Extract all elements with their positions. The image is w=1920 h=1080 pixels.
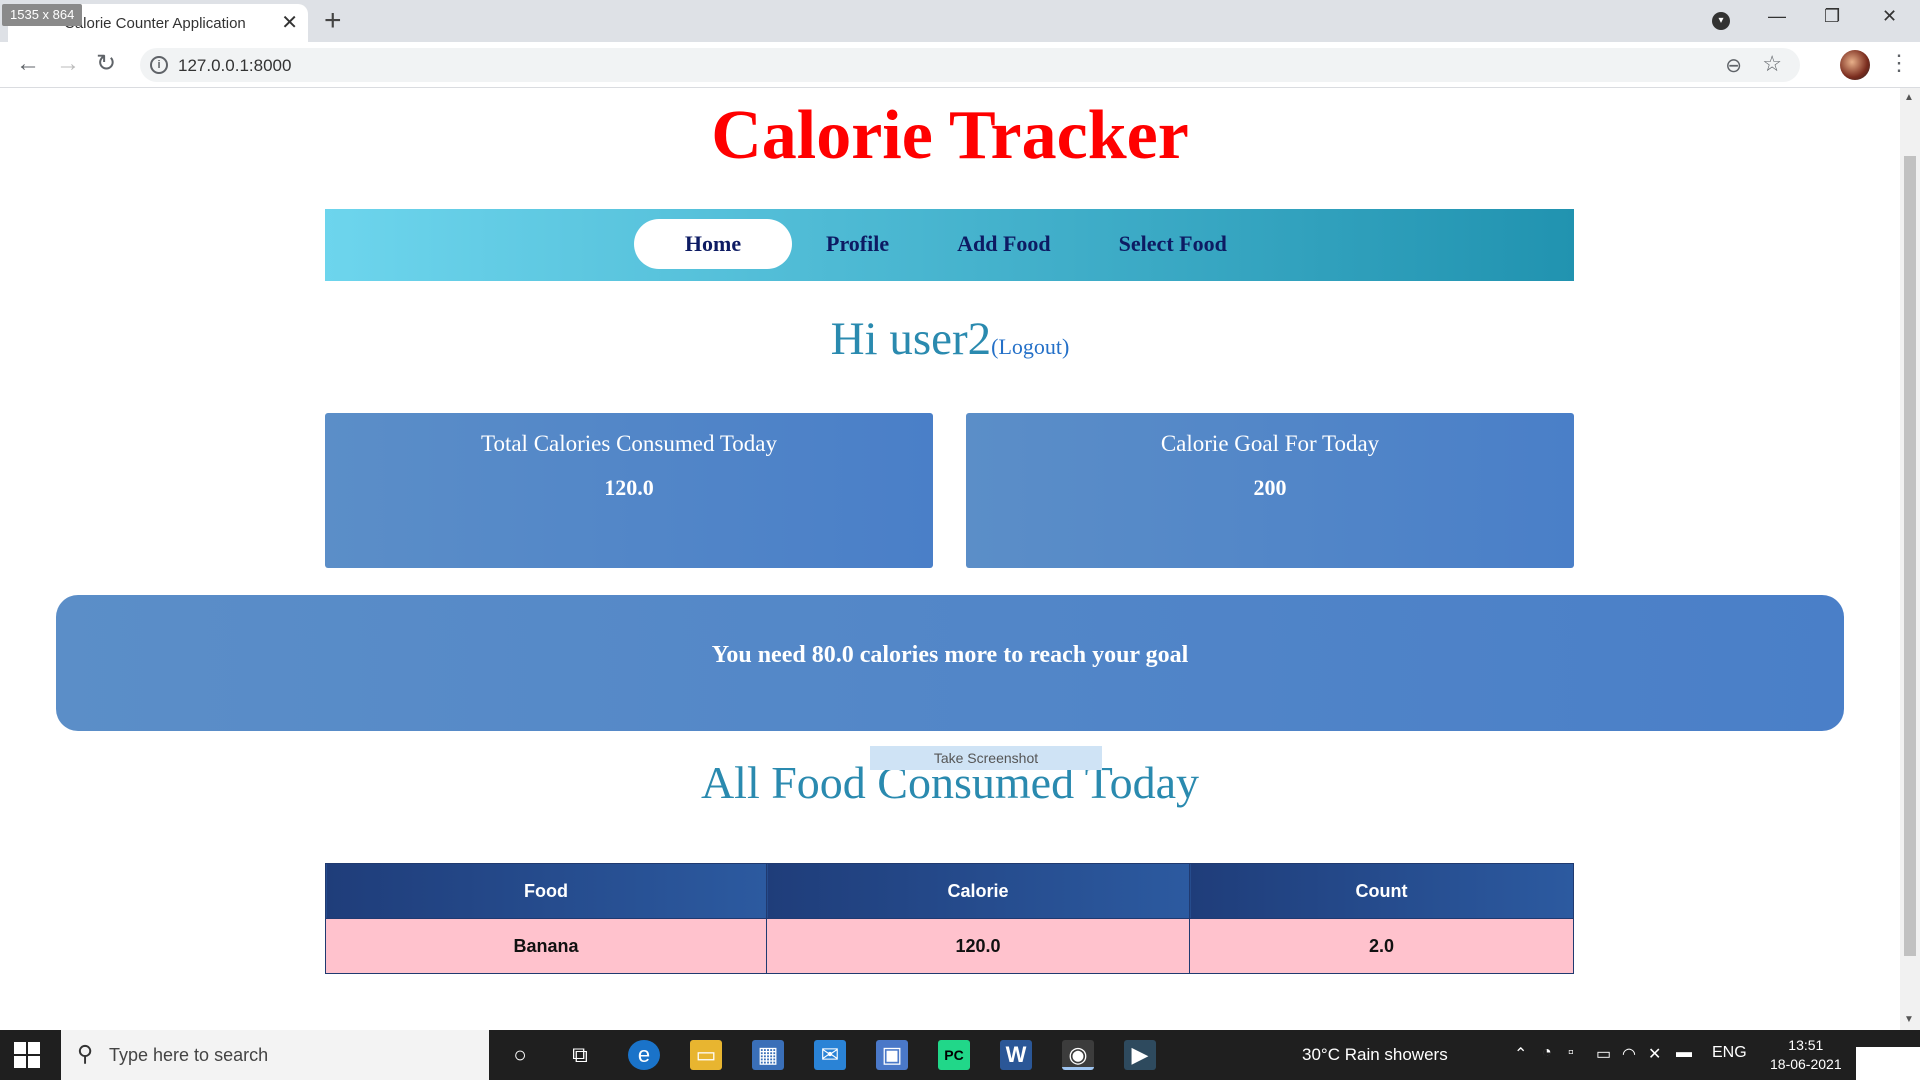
card-value: 200 <box>1253 475 1287 500</box>
page-scrollbar[interactable]: ▲ ▼ <box>1900 88 1920 1030</box>
reload-button[interactable]: ↻ <box>96 50 116 78</box>
language-indicator[interactable]: ENG <box>1712 1044 1747 1062</box>
tab-search-icon[interactable]: ▾ <box>1712 12 1730 30</box>
task-view-icon[interactable]: ⧉ <box>564 1040 596 1070</box>
address-bar[interactable]: i 127.0.0.1:8000 ⊖ ☆ <box>140 48 1800 82</box>
url-text[interactable]: 127.0.0.1:8000 <box>178 56 291 76</box>
browser-menu-icon[interactable]: ⋮ <box>1888 50 1910 76</box>
search-icon: ⚲ <box>77 1041 94 1066</box>
taskbar-search-box[interactable]: ⚲ Type here to search <box>61 1030 489 1080</box>
clock-time: 13:51 <box>1788 1037 1824 1053</box>
new-tab-button[interactable]: + <box>324 4 342 38</box>
column-header-food: Food <box>325 863 767 919</box>
nav-select-food[interactable]: Select Food <box>1085 219 1261 269</box>
notification-area[interactable] <box>1856 1047 1920 1080</box>
profile-avatar[interactable] <box>1840 50 1870 80</box>
site-info-icon[interactable]: i <box>150 56 168 74</box>
tab-close-icon[interactable]: ✕ <box>281 10 298 35</box>
forward-button[interactable]: → <box>56 50 80 78</box>
volume-muted-icon[interactable]: ✕ <box>1648 1044 1661 1064</box>
card-label: Calorie Goal For Today <box>1160 431 1380 456</box>
chrome-icon[interactable]: ◉ <box>1062 1040 1094 1070</box>
tray-app-icon[interactable]: ▫ <box>1568 1044 1574 1062</box>
pycharm-icon[interactable]: PC <box>938 1040 970 1070</box>
close-window-button[interactable]: ✕ <box>1882 6 1897 27</box>
calories-consumed-card: Total Calories Consumed Today 120.0 <box>325 413 933 568</box>
table-row: Banana 120.0 2.0 <box>325 918 1574 974</box>
battery-icon[interactable]: ▬ <box>1676 1044 1692 1062</box>
logout-link[interactable]: (Logout) <box>991 334 1069 359</box>
card-value: 120.0 <box>604 475 654 500</box>
bookmark-star-icon[interactable]: ☆ <box>1762 51 1782 77</box>
take-screenshot-tooltip: Take Screenshot <box>870 746 1102 770</box>
cell-count: 2.0 <box>1189 918 1574 974</box>
column-header-count: Count <box>1189 863 1574 919</box>
cell-food: Banana <box>325 918 767 974</box>
clock-date: 18-06-2021 <box>1770 1056 1842 1072</box>
greeting: Hi user2(Logout) <box>0 312 1900 366</box>
browser-tab-bar: 1535 x 864 Calorie Counter Application ✕… <box>0 0 1920 42</box>
page-viewport: Calorie Tracker Home Profile Add Food Se… <box>0 88 1900 1030</box>
scroll-up-arrow-icon[interactable]: ▲ <box>1904 92 1914 103</box>
clock[interactable]: 13:51 18-06-2021 <box>1770 1036 1842 1074</box>
scroll-down-arrow-icon[interactable]: ▼ <box>1904 1014 1914 1025</box>
mail-icon[interactable]: ✉ <box>814 1040 846 1070</box>
card-label: Total Calories Consumed Today <box>481 431 777 456</box>
window-size-badge: 1535 x 864 <box>2 4 83 26</box>
windows-start-icon[interactable] <box>14 1042 40 1068</box>
cortana-icon[interactable]: ○ <box>504 1040 536 1070</box>
calorie-goal-card: Calorie Goal For Today 200 <box>966 413 1574 568</box>
restore-button[interactable]: ❐ <box>1824 6 1840 27</box>
remote-desktop-icon[interactable]: ▣ <box>876 1040 908 1070</box>
greeting-text: Hi user2 <box>830 313 992 365</box>
browser-toolbar: ← → ↻ i 127.0.0.1:8000 ⊖ ☆ ⋮ <box>0 42 1920 88</box>
word-icon[interactable]: W <box>1000 1040 1032 1070</box>
main-navbar: Home Profile Add Food Select Food <box>325 209 1574 281</box>
nav-home[interactable]: Home <box>634 219 792 269</box>
minimize-button[interactable]: — <box>1768 6 1786 27</box>
display-icon[interactable]: ▭ <box>1596 1044 1611 1064</box>
food-table: Food Calorie Count Banana 120.0 2.0 <box>325 863 1574 974</box>
table-header-row: Food Calorie Count <box>325 863 1574 919</box>
page-title: Calorie Tracker <box>711 97 1189 174</box>
edge-icon[interactable]: e <box>628 1040 660 1070</box>
zoom-icon[interactable]: ⊖ <box>1725 53 1742 78</box>
column-header-calorie: Calorie <box>766 863 1190 919</box>
nav-add-food[interactable]: Add Food <box>923 219 1085 269</box>
goal-message-banner: You need 80.0 calories more to reach you… <box>56 595 1844 731</box>
file-explorer-icon[interactable]: ▭ <box>690 1040 722 1070</box>
search-placeholder: Type here to search <box>109 1045 269 1065</box>
weather-widget[interactable]: 30°C Rain showers <box>1302 1045 1448 1065</box>
cell-calorie: 120.0 <box>766 918 1190 974</box>
tab-title: Calorie Counter Application <box>64 15 246 32</box>
scroll-thumb[interactable] <box>1904 156 1916 956</box>
network-icon[interactable]: ◔ <box>1542 1044 1552 1062</box>
tray-chevron-icon[interactable]: ⌃ <box>1514 1044 1527 1064</box>
back-button[interactable]: ← <box>16 50 40 78</box>
taskbar: ⚲ Type here to search ○ ⧉ e ▭ ▦ ✉ ▣ PC W… <box>0 1030 1920 1080</box>
video-recorder-icon[interactable]: ▶ <box>1124 1040 1156 1070</box>
wifi-icon[interactable]: ◠ <box>1622 1044 1636 1064</box>
nav-profile[interactable]: Profile <box>792 219 923 269</box>
store-icon[interactable]: ▦ <box>752 1040 784 1070</box>
